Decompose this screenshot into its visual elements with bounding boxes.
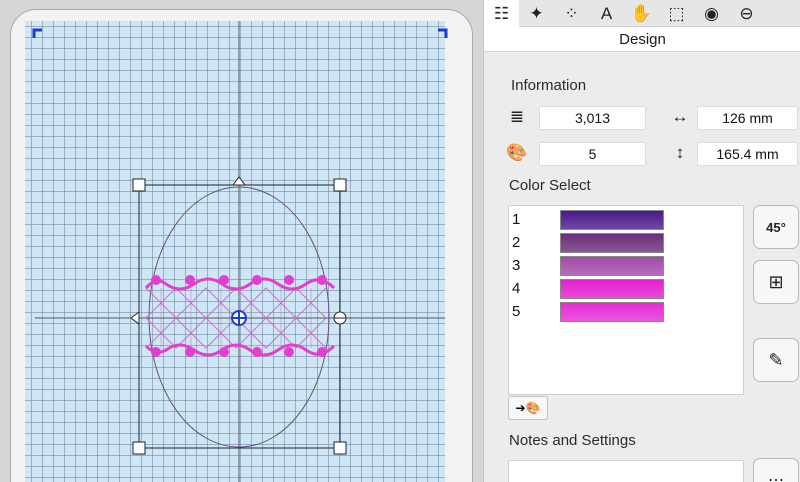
width-field: 126 mm [697, 106, 798, 130]
color-number: 5 [512, 303, 521, 320]
dot-circle-icon: ⁘ [564, 3, 579, 23]
width-icon: ↔ [671, 107, 689, 126]
mirror-horizontal-handle[interactable] [130, 311, 140, 325]
color-swatch [560, 302, 664, 322]
toolbar-tab-hand-stitch[interactable]: ✋ [624, 0, 659, 27]
color-number: 2 [512, 234, 521, 251]
hoop-corner-top-right [438, 28, 448, 38]
color-number: 4 [512, 280, 521, 297]
height-icon: ↕ [675, 143, 685, 162]
information-label: Information [511, 77, 587, 94]
frame-select-icon: ⬚ [668, 3, 685, 23]
height-field: 165.4 mm [697, 142, 798, 166]
color-row[interactable]: 2 [509, 232, 745, 254]
stitch-count-field: 3,013 [539, 106, 646, 130]
color-row[interactable]: 1 [509, 209, 745, 231]
resize-handle-top-right[interactable] [333, 178, 347, 192]
stitch-count-icon: ≣ [509, 107, 525, 126]
arrow-palette-icon: ➔🎨 [515, 401, 541, 415]
hoop-corner-top-left [32, 28, 42, 38]
color-select-label: Color Select [509, 177, 591, 194]
resize-handle-bottom-right[interactable] [333, 441, 347, 455]
color-select-list[interactable]: 1 2 3 4 5 [508, 205, 744, 395]
resize-handle-top-left[interactable] [132, 178, 146, 192]
zoom-icon: ⊖ [739, 3, 754, 23]
rotate-45-button[interactable]: 45° [753, 205, 799, 249]
color-row[interactable]: 5 [509, 301, 745, 323]
hand-stitch-icon: ✋ [630, 3, 653, 23]
panel-title: Design [484, 27, 800, 52]
color-swatch [560, 279, 664, 299]
color-swatch [560, 210, 664, 230]
toolbar-tab-frame-select[interactable]: ⬚ [659, 0, 694, 27]
mirror-vertical-handle[interactable] [232, 176, 246, 186]
hoop-icon: ◉ [704, 3, 719, 23]
design-panel: ☷ ✦ ⁘ A ✋ ⬚ ◉ ⊖ Design Information ≣ 3,013 ↔ 12… [483, 0, 800, 482]
toolbar-tab-zoom[interactable]: ⊖ [729, 0, 764, 27]
design-list-icon: ☷ [493, 3, 510, 23]
color-palette-icon: 🎨 [506, 143, 528, 162]
panel-toolbar: ☷ ✦ ⁘ A ✋ ⬚ ◉ ⊖ [484, 0, 800, 27]
design-canvas-area [0, 0, 483, 482]
color-row[interactable]: 3 [509, 255, 745, 277]
bottom-scallop-border [144, 343, 336, 357]
text-icon: A [600, 3, 613, 23]
color-count-field: 5 [539, 142, 646, 166]
notes-settings-label: Notes and Settings [509, 432, 636, 449]
more-options-button[interactable]: ⋯ [753, 458, 799, 482]
center-design-button[interactable]: ⊞ [753, 260, 799, 304]
toolbar-tab-dot-circle[interactable]: ⁘ [554, 0, 589, 27]
top-scallop-border [144, 277, 336, 291]
toolbar-tab-design-list[interactable]: ☷ [484, 0, 519, 27]
ellipsis-icon: ⋯ [768, 472, 784, 482]
resize-handle-bottom-left[interactable] [132, 441, 146, 455]
color-row[interactable]: 4 [509, 278, 745, 300]
color-number: 3 [512, 257, 521, 274]
rotate-45-icon: 45° [766, 219, 786, 235]
app-window: ☷ ✦ ⁘ A ✋ ⬚ ◉ ⊖ Design Information ≣ 3,013 ↔ 12… [0, 0, 800, 482]
design-overlay[interactable] [0, 0, 483, 482]
sparkle-icon: ✦ [529, 3, 544, 23]
apply-palette-button[interactable]: ➔🎨 [508, 396, 548, 420]
center-design-icon: ⊞ [768, 271, 784, 292]
color-swatch [560, 233, 664, 253]
color-swatch [560, 256, 664, 276]
pencil-icon: ✎ [768, 349, 784, 370]
color-number: 1 [512, 211, 521, 228]
toolbar-tab-sparkle[interactable]: ✦ [519, 0, 554, 27]
notes-field[interactable] [508, 460, 744, 482]
edit-button[interactable]: ✎ [753, 338, 799, 382]
toolbar-tab-hoop[interactable]: ◉ [694, 0, 729, 27]
toolbar-tab-text[interactable]: A [589, 0, 624, 27]
